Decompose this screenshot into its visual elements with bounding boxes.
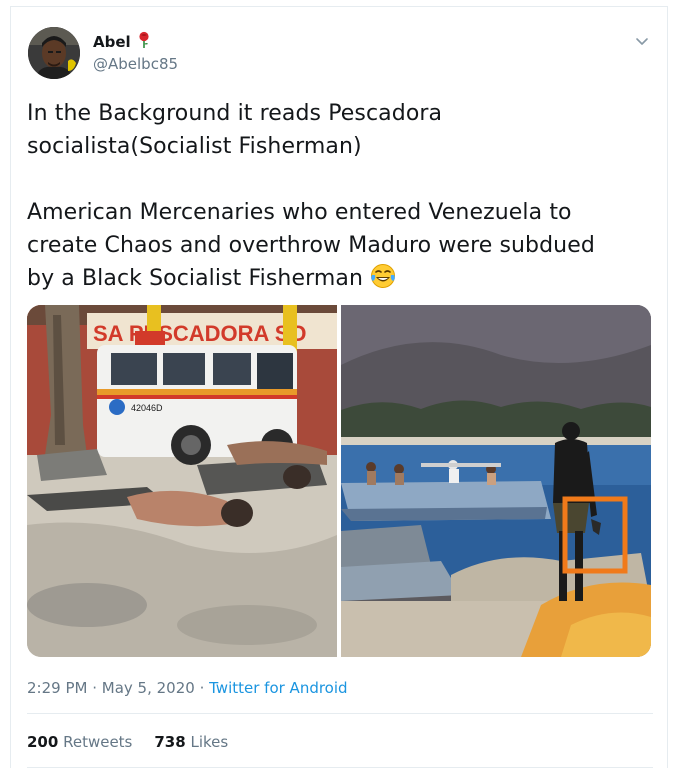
vehicle-number-text: 42046D [131,403,163,413]
likes-count: 738 [154,733,186,751]
likes-stat[interactable]: 738 Likes [154,733,228,751]
meta-separator-2: · [194,679,210,697]
tweet-text: In the Background it reads Pescadora soc… [27,97,657,299]
avatar[interactable] [28,27,80,79]
avatar-image [28,27,80,79]
chevron-down-icon[interactable] [635,33,649,47]
meta-divider [27,713,653,714]
tweet-paragraph-2-text: American Mercenaries who entered Venezue… [27,200,595,291]
storefront-sign-text: SA PESCADORA SO [93,321,307,346]
tweet-card: Abel @Abelbc85 In the Background it read… [10,6,668,768]
likes-label: Likes [190,733,229,751]
photo-police-vehicle-scene: SA PESCADORA SO 42046D [27,305,337,657]
tweet-paragraph-1: In the Background it reads Pescadora soc… [27,101,443,159]
media-photo-2[interactable] [341,305,651,657]
tweet-source-link[interactable]: Twitter for Android [209,679,347,697]
retweets-label: Retweets [63,733,133,751]
author-display-name[interactable]: Abel [93,33,131,51]
meta-separator-1: · [87,679,102,697]
retweets-count: 200 [27,733,59,751]
tweet-stats: 200 Retweets 738 Likes [27,733,228,751]
rose-icon [137,31,151,53]
photo-fisherman-scene [341,305,651,657]
author-handle[interactable]: @Abelbc85 [93,55,178,73]
author-name-row[interactable]: Abel [93,31,151,53]
tweet-meta: 2:29 PM · May 5, 2020 · Twitter for Andr… [27,679,348,697]
tweet-date[interactable]: May 5, 2020 [102,679,195,697]
retweets-stat[interactable]: 200 Retweets [27,733,132,751]
tweet-time[interactable]: 2:29 PM [27,679,87,697]
stats-divider [27,767,653,768]
tears-of-joy-emoji-icon [370,263,396,299]
tweet-media: SA PESCADORA SO 42046D [27,305,651,657]
media-photo-1[interactable]: SA PESCADORA SO 42046D [27,305,337,657]
tweet-paragraph-2: American Mercenaries who entered Venezue… [27,196,657,299]
